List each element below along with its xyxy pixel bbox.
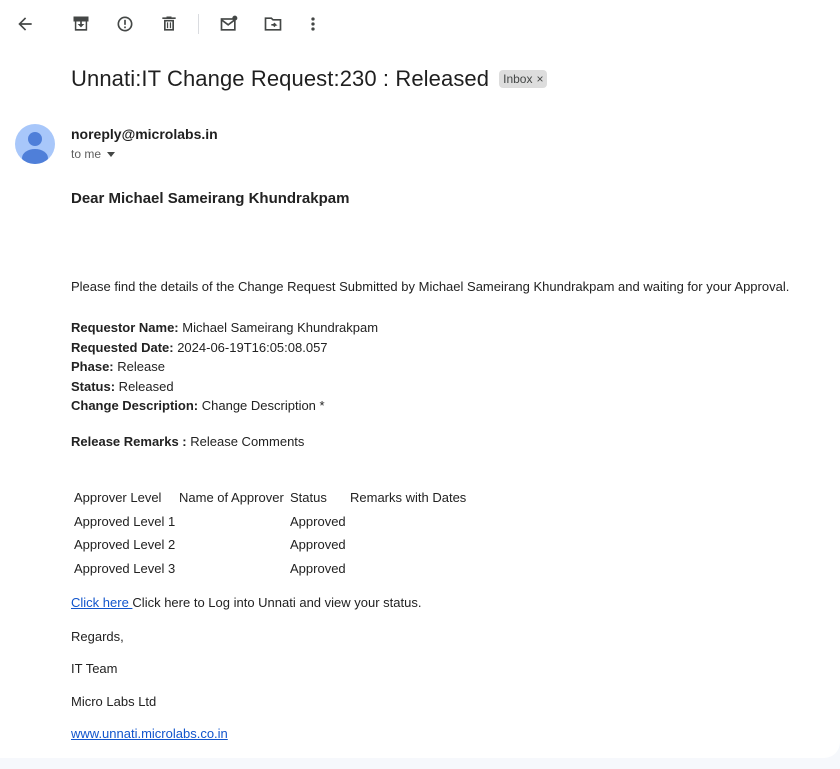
table-cell: Approved Level 1 (74, 513, 176, 529)
back-arrow-icon (18, 17, 32, 31)
table-cell: Approved (290, 513, 346, 529)
recipient-line: to me (71, 147, 116, 161)
report-spam-icon (117, 16, 133, 32)
table-header: Status (290, 490, 327, 506)
email-subject: Unnati:IT Change Request:230 : Released (71, 66, 490, 91)
table-cell (179, 510, 287, 534)
requestor-label: Requestor Name: (71, 320, 179, 335)
table-header-row: Approver Level Name of Approver Status R… (74, 486, 470, 510)
label-text: Inbox (503, 72, 533, 86)
sender-address[interactable]: noreply@microlabs.in (71, 126, 218, 142)
team-text: IT Team (71, 661, 118, 676)
more-options-button[interactable] (297, 8, 329, 40)
toolbar-divider (198, 14, 199, 34)
requestor-line: Requestor Name: Michael Sameirang Khundr… (71, 318, 378, 338)
move-to-icon (264, 17, 282, 31)
table-cell (179, 533, 287, 557)
login-text: Click here to Log into Unnati and view y… (132, 595, 422, 610)
report-spam-button[interactable] (109, 8, 141, 40)
mark-unread-button[interactable] (213, 8, 245, 40)
back-button[interactable] (9, 8, 41, 40)
table-row: Approved Level 1 Approved (74, 510, 470, 534)
release-remarks: Release Remarks : Release Comments (71, 434, 304, 449)
phase-label: Phase: (71, 359, 114, 374)
remarks-label: Release Remarks : (71, 434, 187, 449)
table-cell: Approved (290, 560, 346, 576)
date-label: Requested Date: (71, 339, 174, 355)
email-toolbar (0, 0, 840, 48)
greeting: Dear Michael Sameirang Khundrakpam (71, 190, 350, 207)
person-icon (22, 132, 48, 164)
recipient-text: to me (71, 147, 102, 161)
table-header: Remarks with Dates (350, 490, 467, 506)
company-text: Micro Labs Ltd (71, 694, 157, 709)
more-vert-icon (311, 17, 315, 31)
archive-icon (73, 16, 89, 31)
table-header: Name of Approver (179, 490, 284, 506)
table-cell: Approved (290, 537, 346, 553)
inbox-label-chip[interactable]: Inbox × (499, 70, 548, 88)
table-cell (350, 533, 470, 557)
description-value: Change Description * (198, 398, 325, 413)
sender-avatar[interactable] (15, 124, 55, 164)
table-row: Approved Level 3 Approved (74, 557, 470, 581)
delete-button[interactable] (153, 8, 185, 40)
remarks-value: Release Comments (186, 434, 305, 449)
website-link[interactable]: www.unnati.microlabs.co.in (71, 726, 228, 741)
status-line: Status: Released (71, 377, 378, 397)
login-link[interactable]: Click here (71, 595, 132, 610)
table-cell: Approved Level 2 (74, 537, 176, 553)
subject-row: Unnati:IT Change Request:230 : Released … (71, 66, 548, 92)
date-value: 2024-06-19T16:05:08.057 (173, 339, 328, 355)
table-row: Approved Level 2 Approved (74, 533, 470, 557)
phase-value: Release (113, 359, 165, 374)
description-label: Change Description: (71, 398, 199, 413)
approvals-table: Approver Level Name of Approver Status R… (71, 486, 473, 580)
date-line: Requested Date: 2024-06-19T16:05:08.057 (71, 338, 378, 358)
archive-button[interactable] (65, 8, 97, 40)
phase-line: Phase: Release (71, 357, 378, 377)
regards-text: Regards, (71, 629, 124, 644)
status-label: Status: (71, 378, 116, 394)
mark-unread-icon (220, 15, 238, 31)
delete-icon (162, 16, 176, 31)
table-cell: Approved Level 3 (74, 560, 176, 576)
table-cell (350, 557, 470, 581)
status-value: Released (115, 378, 174, 394)
table-header: Approver Level (74, 490, 162, 506)
requestor-value: Michael Sameirang Khundrakpam (178, 320, 379, 335)
recipient-details-caret-icon[interactable] (107, 151, 116, 157)
description-line: Change Description: Change Description * (71, 396, 378, 416)
login-line: Click here Click here to Log into Unnati… (71, 595, 421, 610)
request-details: Requestor Name: Michael Sameirang Khundr… (71, 318, 378, 416)
table-cell (350, 510, 470, 534)
remove-label-icon[interactable]: × (536, 72, 543, 86)
intro-text: Please find the details of the Change Re… (71, 279, 790, 294)
table-cell (179, 557, 287, 581)
move-to-button[interactable] (257, 8, 289, 40)
email-view: Unnati:IT Change Request:230 : Released … (0, 0, 840, 758)
